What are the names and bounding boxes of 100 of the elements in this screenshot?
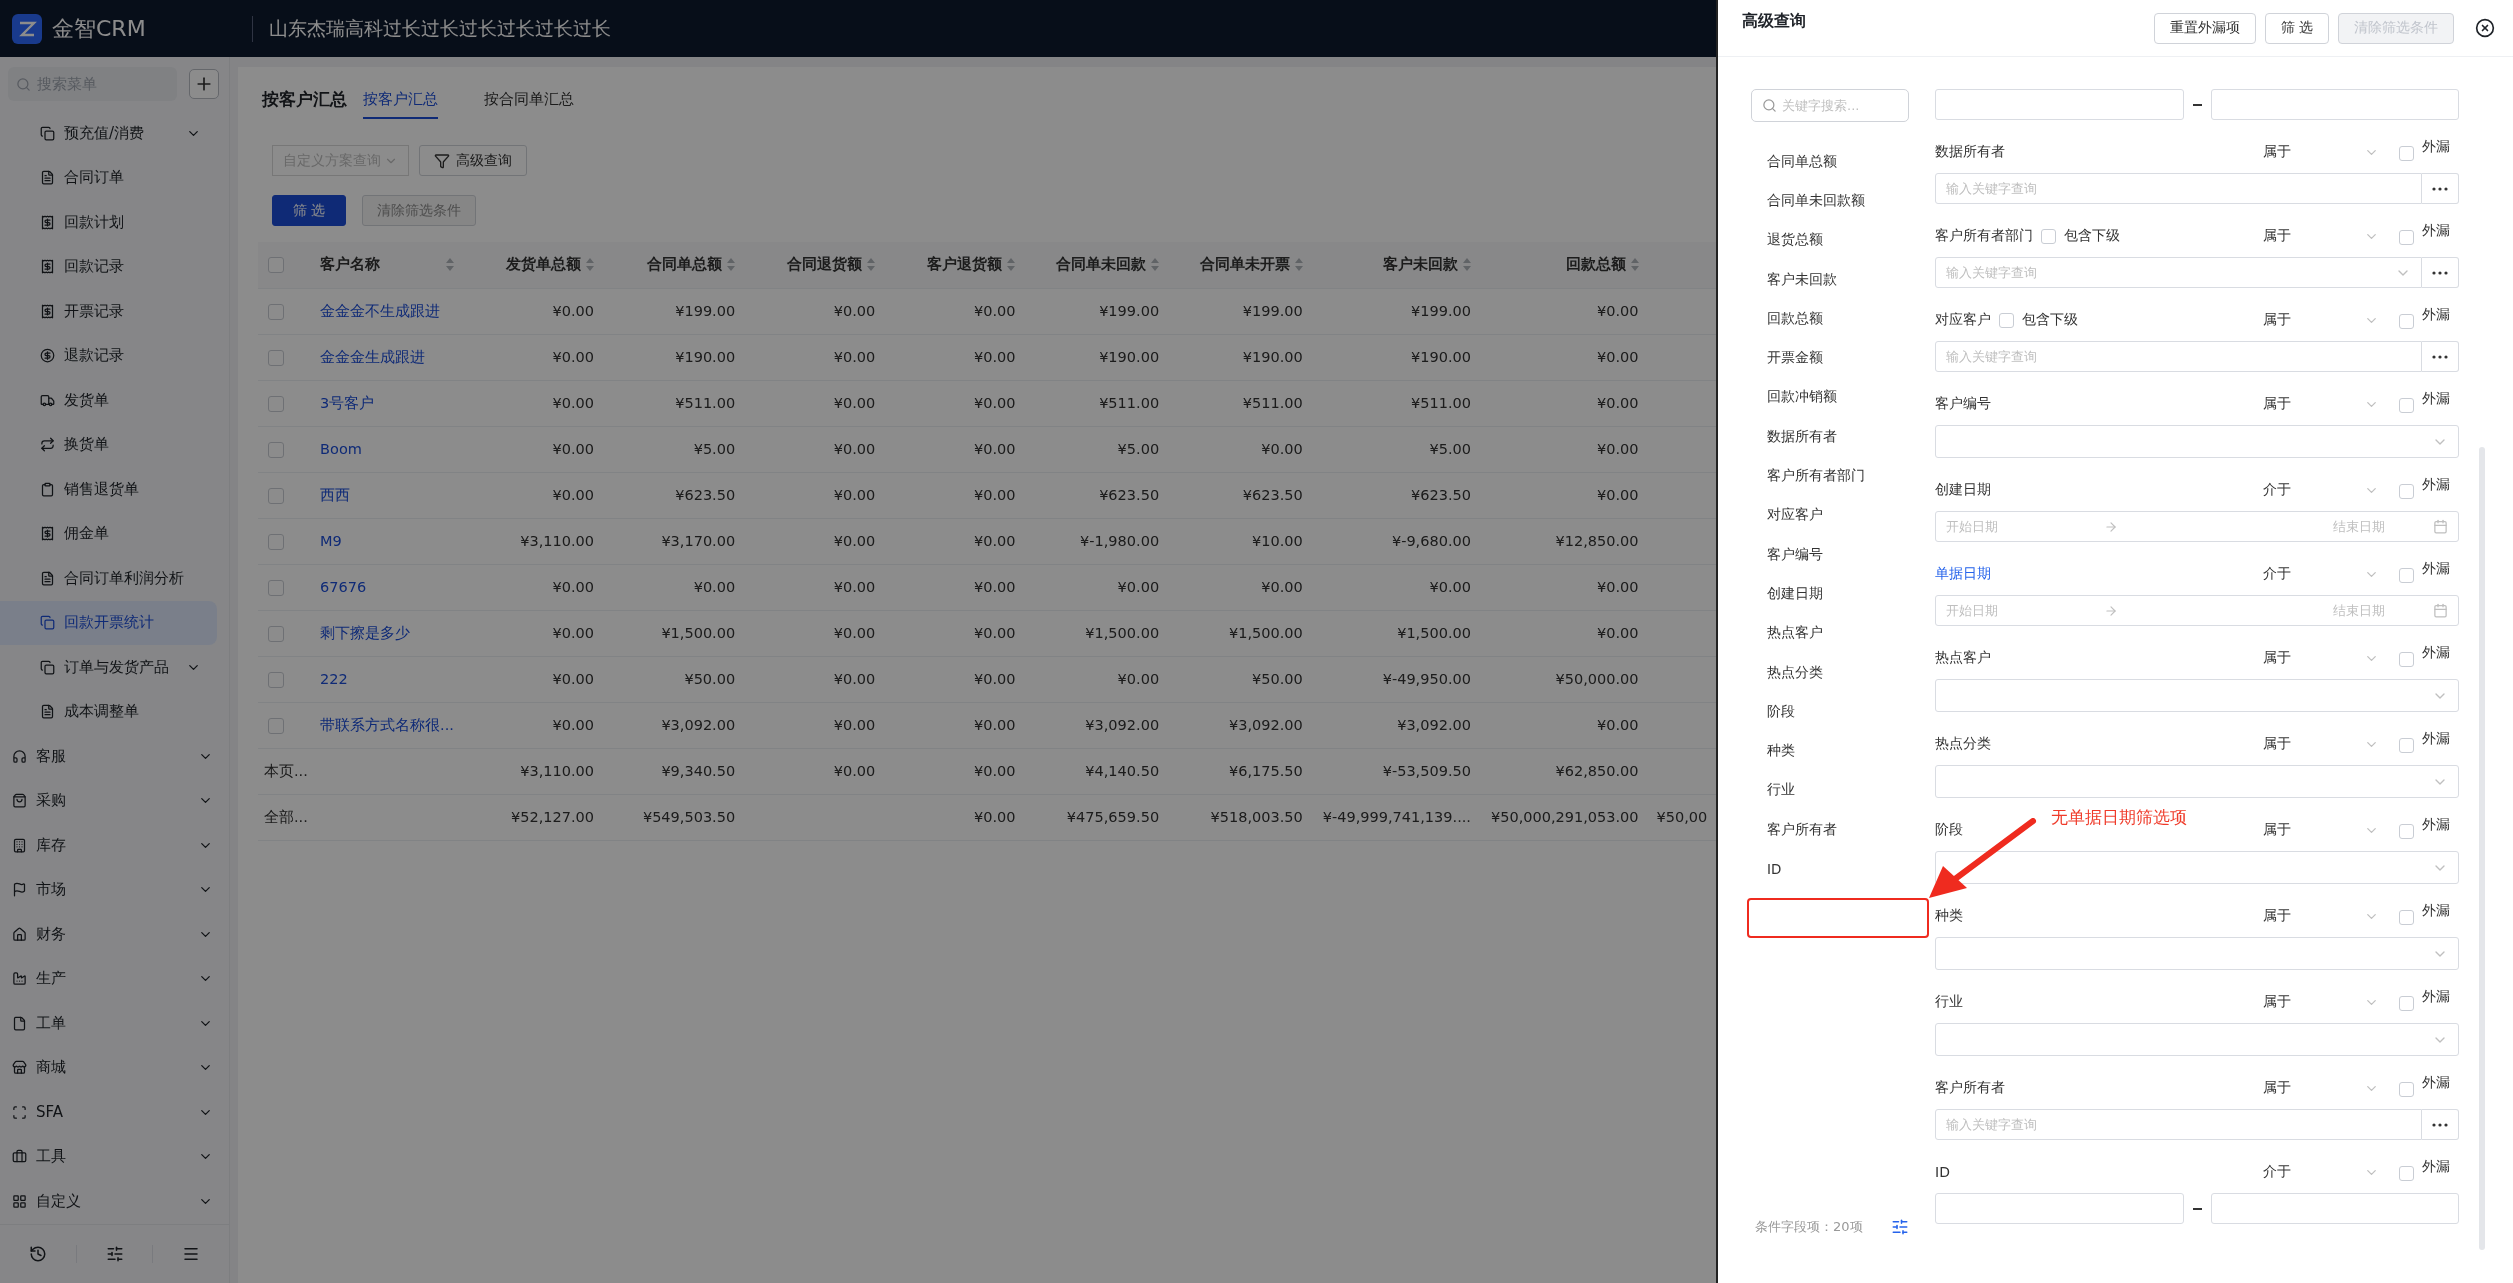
- select-field[interactable]: [1935, 765, 2459, 798]
- sidebar-item[interactable]: 成本调整单: [0, 689, 217, 734]
- checkbox[interactable]: [2399, 397, 2414, 413]
- sort-icon[interactable]: [1294, 258, 1303, 272]
- more-button[interactable]: [2422, 257, 2459, 288]
- settings-icon[interactable]: [1891, 1218, 1909, 1236]
- field-list-item[interactable]: 开票金额: [1767, 338, 1909, 378]
- operator-select[interactable]: 属于: [2263, 907, 2391, 925]
- customer-link[interactable]: 金金金不生成跟进: [320, 302, 441, 319]
- field-list-item[interactable]: 合同单总额: [1767, 142, 1909, 182]
- column-header[interactable]: 发货单总额: [463, 242, 605, 288]
- sidebar-item[interactable]: 合同订单: [0, 155, 217, 200]
- sort-icon[interactable]: [1462, 258, 1471, 272]
- field-list-item[interactable]: ID: [1767, 849, 1909, 889]
- column-header[interactable]: 客户退货额: [885, 242, 1026, 288]
- sort-icon[interactable]: [1151, 258, 1160, 272]
- scrollbar[interactable]: [2479, 447, 2485, 1250]
- customer-link[interactable]: 222: [320, 671, 348, 687]
- checkbox[interactable]: [2399, 483, 2414, 499]
- column-header[interactable]: 合同单未回款: [1025, 242, 1170, 288]
- sort-icon[interactable]: [445, 258, 454, 272]
- add-button[interactable]: [189, 69, 219, 99]
- checkbox[interactable]: [2399, 737, 2414, 753]
- operator-select[interactable]: 属于: [2263, 649, 2391, 667]
- checkbox[interactable]: [2399, 909, 2414, 925]
- checkbox[interactable]: [2399, 567, 2414, 583]
- drawer-button[interactable]: 重置外漏项: [2153, 12, 2256, 44]
- field-list-item[interactable]: 回款冲销额: [1767, 377, 1909, 418]
- more-button[interactable]: [2422, 173, 2459, 204]
- close-icon[interactable]: [2475, 18, 2495, 38]
- sort-icon[interactable]: [867, 258, 876, 272]
- customer-link[interactable]: 金金金生成跟进: [320, 348, 426, 365]
- checkbox[interactable]: [2399, 995, 2414, 1011]
- customer-link[interactable]: 西西: [320, 486, 351, 503]
- operator-select[interactable]: 属于: [2263, 1079, 2391, 1097]
- sidebar-item[interactable]: 库存: [0, 823, 229, 868]
- checkbox[interactable]: [2399, 229, 2414, 245]
- field-list-item[interactable]: 退货总额: [1767, 220, 1909, 260]
- drawer-button[interactable]: 筛 选: [2264, 12, 2329, 44]
- more-button[interactable]: [2422, 1109, 2459, 1140]
- field-list-item[interactable]: 回款总额: [1767, 299, 1909, 339]
- field-list-item[interactable]: 客户所有者: [1767, 810, 1909, 850]
- customer-link[interactable]: 67676: [320, 579, 367, 595]
- select-field[interactable]: [1935, 937, 2459, 970]
- customer-link[interactable]: Boom: [320, 441, 362, 457]
- sort-icon[interactable]: [727, 258, 736, 272]
- checkbox[interactable]: [268, 349, 284, 366]
- sidebar-item[interactable]: 市场: [0, 867, 229, 912]
- checkbox[interactable]: [2041, 228, 2056, 244]
- tab[interactable]: 按合同单汇总: [484, 90, 574, 119]
- customer-link[interactable]: 3号客户: [320, 394, 375, 411]
- select-field[interactable]: [1935, 425, 2459, 458]
- sidebar-item[interactable]: 工具: [0, 1134, 229, 1179]
- field-list-item[interactable]: 合同单未回款额: [1767, 181, 1909, 221]
- field-list-item[interactable]: 客户未回款: [1767, 259, 1909, 300]
- field-list-item[interactable]: 行业: [1767, 770, 1909, 811]
- operator-select[interactable]: 介于: [2263, 481, 2391, 499]
- field-list-item[interactable]: 阶段: [1767, 692, 1909, 732]
- checkbox[interactable]: [2399, 1165, 2414, 1181]
- checkbox[interactable]: [2399, 313, 2414, 329]
- sort-icon[interactable]: [1630, 258, 1639, 272]
- checkbox[interactable]: [268, 441, 284, 458]
- field-list-item[interactable]: 热点客户: [1767, 613, 1909, 653]
- range-start-field[interactable]: [1935, 1193, 2184, 1224]
- operator-select[interactable]: 属于: [2263, 993, 2391, 1011]
- checkbox[interactable]: [268, 487, 284, 504]
- customer-link[interactable]: M9: [320, 533, 342, 549]
- sidebar-item[interactable]: 采购: [0, 778, 229, 823]
- field-list-item[interactable]: 种类: [1767, 731, 1909, 771]
- operator-select[interactable]: 介于: [2263, 1163, 2391, 1181]
- column-header[interactable]: 回款总额: [1480, 242, 1649, 288]
- sidebar-item[interactable]: 发货单: [0, 378, 217, 423]
- operator-select[interactable]: 属于: [2263, 227, 2391, 245]
- customer-link[interactable]: 带联系方式名称很...: [320, 716, 454, 733]
- settings-icon[interactable]: [105, 1244, 124, 1263]
- checkbox[interactable]: [2399, 145, 2414, 161]
- operator-select[interactable]: 属于: [2263, 311, 2391, 329]
- sidebar-item[interactable]: 预充值/消费: [0, 111, 217, 156]
- select-field[interactable]: [1935, 1023, 2459, 1056]
- checkbox[interactable]: [268, 257, 284, 274]
- checkbox[interactable]: [2399, 651, 2414, 667]
- checkbox[interactable]: [268, 671, 284, 688]
- column-header[interactable]: 合同单未开票: [1169, 242, 1313, 288]
- field-list-item[interactable]: 客户所有者部门: [1767, 456, 1909, 496]
- column-header[interactable]: 客户名称: [310, 242, 464, 288]
- checkbox[interactable]: [268, 303, 284, 320]
- select-field[interactable]: [1935, 851, 2459, 884]
- sidebar-item[interactable]: 回款记录: [0, 244, 217, 289]
- field-list-item[interactable]: 数据所有者: [1767, 417, 1909, 457]
- customer-link[interactable]: 剩下擦是多少: [320, 624, 411, 641]
- operator-select[interactable]: 介于: [2263, 565, 2391, 583]
- more-button[interactable]: [2422, 341, 2459, 372]
- sidebar-item[interactable]: SFA: [0, 1090, 229, 1135]
- column-header[interactable]: 合同退货额: [745, 242, 886, 288]
- history-icon[interactable]: [28, 1244, 47, 1263]
- sidebar-item[interactable]: 回款开票统计: [0, 600, 217, 645]
- sidebar-item[interactable]: 回款计划: [0, 200, 217, 245]
- checkbox[interactable]: [268, 625, 284, 642]
- filter-button[interactable]: 筛 选: [272, 195, 347, 226]
- column-header[interactable]: 客户未回款: [1312, 242, 1481, 288]
